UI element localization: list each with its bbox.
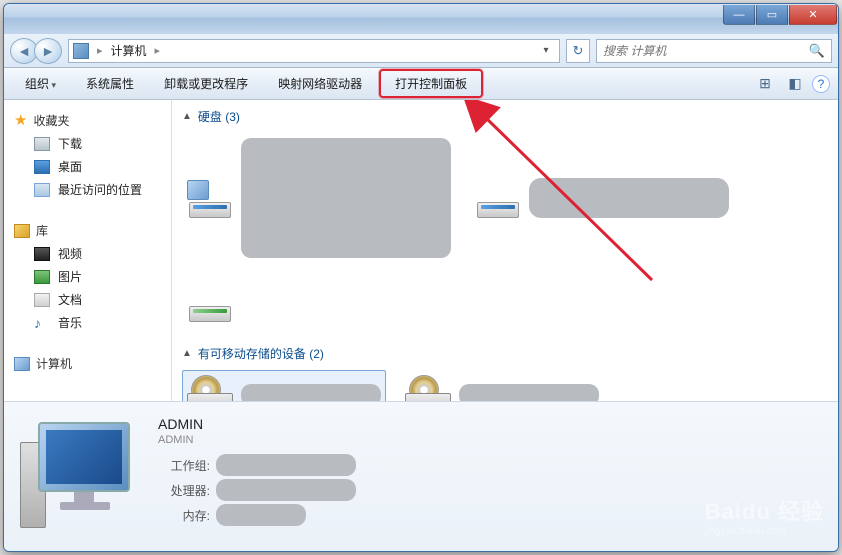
- redacted-label: [459, 384, 599, 401]
- document-icon: [34, 293, 50, 307]
- sidebar-item-videos[interactable]: 视频: [4, 242, 171, 265]
- redacted-value: [216, 454, 356, 476]
- maximize-button[interactable]: ▭: [756, 5, 788, 25]
- address-dropdown[interactable]: ▾: [537, 45, 555, 56]
- recent-icon: [34, 183, 50, 197]
- computer-icon: [73, 43, 89, 59]
- drive-tile[interactable]: [470, 133, 734, 263]
- details-name: ADMIN: [158, 416, 356, 432]
- preview-pane-button[interactable]: ◧: [782, 73, 808, 95]
- redacted-label: [241, 138, 451, 258]
- sidebar-group-libraries: 库 视频 图片 文档 ♪音乐: [4, 219, 171, 334]
- close-button[interactable]: ✕: [789, 5, 837, 25]
- explorer-window: — ▭ ✕ ◄ ► ▸ 计算机 ▸ ▾ ↻ 🔍 组织 系统属性 卸载或更改程序 …: [3, 3, 839, 552]
- sidebar-label: 库: [36, 222, 48, 239]
- video-icon: [34, 247, 50, 261]
- sidebar-item-music[interactable]: ♪音乐: [4, 311, 171, 334]
- toolbar: 组织 系统属性 卸载或更改程序 映射网络驱动器 打开控制面板 ⊞ ◧ ?: [4, 68, 838, 100]
- redacted-value: [216, 479, 356, 501]
- sidebar-item-downloads[interactable]: 下载: [4, 132, 171, 155]
- processor-label: 处理器:: [158, 482, 210, 499]
- content-area: ▲ 硬盘 (3) ▲ 有可移动存储的设备 (2): [172, 100, 838, 401]
- body: ★ 收藏夹 下载 桌面 最近访问的位置 库 视频 图片 文档 ♪音乐: [4, 100, 838, 401]
- search-icon: 🔍: [809, 43, 825, 59]
- drive-icon: [475, 178, 521, 218]
- nav-arrows: ◄ ►: [10, 38, 62, 64]
- search-box[interactable]: 🔍: [596, 39, 832, 63]
- group-header-removable: ▲ 有可移动存储的设备 (2): [172, 337, 838, 366]
- downloads-icon: [34, 137, 50, 151]
- refresh-button[interactable]: ↻: [566, 39, 590, 63]
- collapse-icon[interactable]: ▲: [182, 111, 192, 122]
- desktop-icon: [34, 160, 50, 174]
- drive-tile[interactable]: [182, 277, 828, 327]
- sidebar-group-favorites: ★ 收藏夹 下载 桌面 最近访问的位置: [4, 108, 171, 201]
- computer-icon: [14, 357, 30, 371]
- drive-icon: [187, 282, 233, 322]
- sidebar-head-libraries[interactable]: 库: [4, 219, 171, 242]
- bd-drive-tile[interactable]: BD: [400, 370, 604, 401]
- redacted-label: [241, 384, 381, 401]
- music-icon: ♪: [34, 316, 50, 330]
- sidebar-group-computer: 计算机: [4, 352, 171, 375]
- dvd-icon: DVD: [187, 375, 233, 401]
- memory-label: 内存:: [158, 507, 210, 524]
- sidebar-label: 计算机: [36, 355, 72, 372]
- sidebar-head-favorites[interactable]: ★ 收藏夹: [4, 108, 171, 132]
- dvd-drive-tile[interactable]: DVD: [182, 370, 386, 401]
- help-button[interactable]: ?: [812, 75, 830, 93]
- titlebar: — ▭ ✕: [4, 4, 838, 34]
- drive-tile[interactable]: [182, 133, 456, 263]
- sidebar-item-computer[interactable]: 计算机: [4, 352, 171, 375]
- details-text: ADMIN ADMIN 工作组: 处理器: 内存:: [158, 414, 356, 539]
- group-header-hdd: ▲ 硬盘 (3): [172, 100, 838, 129]
- minimize-button[interactable]: —: [723, 5, 755, 25]
- removable-items: DVD BD: [172, 366, 838, 401]
- open-control-panel-button[interactable]: 打开控制面板: [379, 69, 483, 98]
- details-pane: ADMIN ADMIN 工作组: 处理器: 内存: Baidu 经验 jingy…: [4, 401, 838, 551]
- change-view-button[interactable]: ⊞: [752, 73, 778, 95]
- redacted-label: [529, 178, 729, 218]
- watermark: Baidu 经验 jingyan.baidu.com: [705, 494, 824, 537]
- group-label[interactable]: 硬盘 (3): [198, 108, 240, 125]
- uninstall-programs-button[interactable]: 卸载或更改程序: [151, 70, 261, 97]
- sidebar-item-pictures[interactable]: 图片: [4, 265, 171, 288]
- system-properties-button[interactable]: 系统属性: [73, 70, 147, 97]
- drive-icon: [187, 178, 233, 218]
- bd-icon: BD: [405, 375, 451, 401]
- star-icon: ★: [14, 111, 27, 129]
- search-input[interactable]: [603, 44, 803, 58]
- picture-icon: [34, 270, 50, 284]
- redacted-value: [216, 504, 306, 526]
- sidebar: ★ 收藏夹 下载 桌面 最近访问的位置 库 视频 图片 文档 ♪音乐: [4, 100, 172, 401]
- breadcrumb[interactable]: 计算机: [111, 42, 147, 59]
- group-label[interactable]: 有可移动存储的设备 (2): [198, 345, 324, 362]
- path-sep: ▸: [155, 44, 161, 57]
- library-icon: [14, 224, 30, 238]
- organize-menu[interactable]: 组织: [12, 70, 69, 97]
- sidebar-item-documents[interactable]: 文档: [4, 288, 171, 311]
- computer-large-icon: [20, 422, 140, 532]
- collapse-icon[interactable]: ▲: [182, 348, 192, 359]
- address-bar[interactable]: ▸ 计算机 ▸ ▾: [68, 39, 560, 63]
- details-grid: 工作组: 处理器: 内存:: [158, 454, 356, 526]
- sidebar-item-desktop[interactable]: 桌面: [4, 155, 171, 178]
- path-sep: ▸: [97, 44, 103, 57]
- hdd-items: [172, 129, 838, 337]
- map-network-drive-button[interactable]: 映射网络驱动器: [265, 70, 375, 97]
- sidebar-item-recent[interactable]: 最近访问的位置: [4, 178, 171, 201]
- workgroup-label: 工作组:: [158, 457, 210, 474]
- details-subtitle: ADMIN: [158, 434, 356, 446]
- forward-button[interactable]: ►: [34, 38, 62, 64]
- sidebar-label: 收藏夹: [33, 112, 69, 129]
- nav-row: ◄ ► ▸ 计算机 ▸ ▾ ↻ 🔍: [4, 34, 838, 68]
